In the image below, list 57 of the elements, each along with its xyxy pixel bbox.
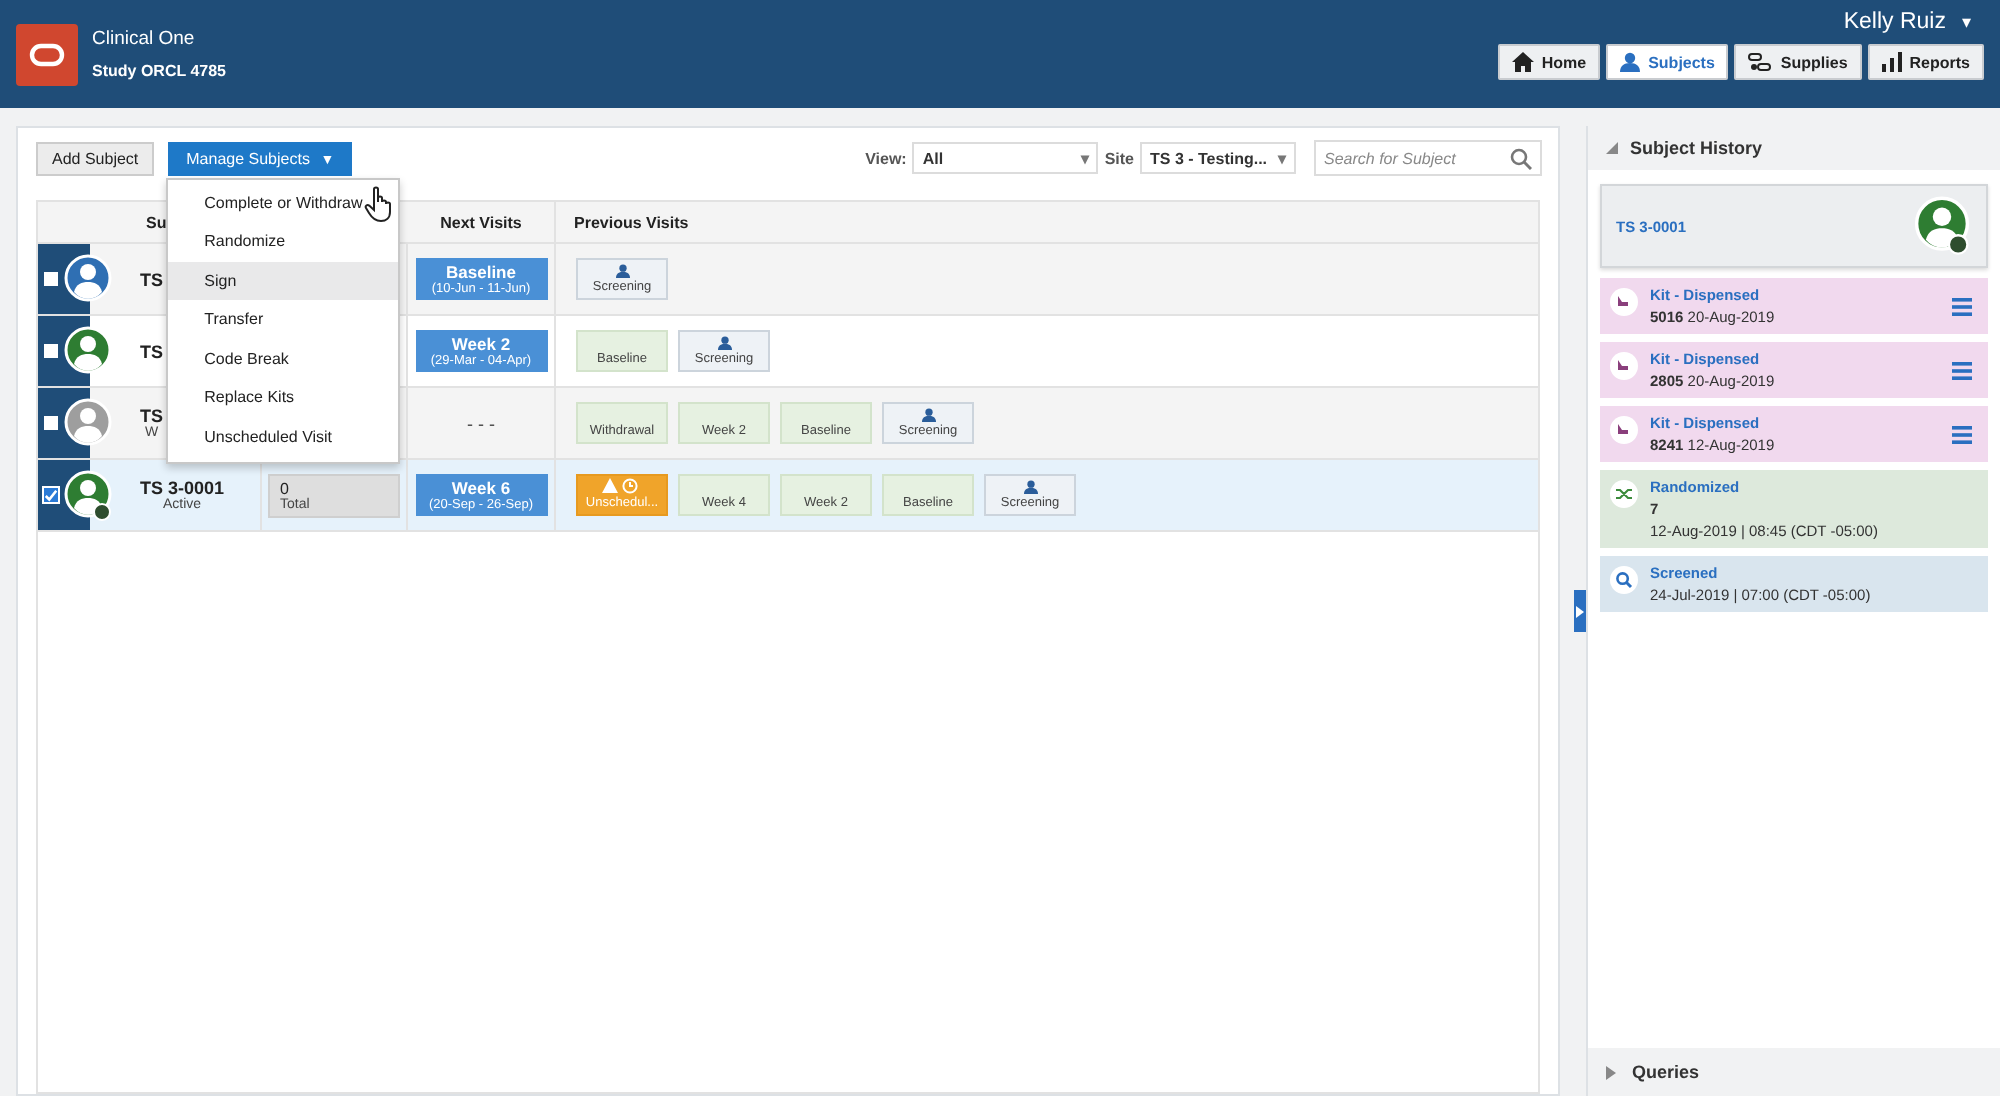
logo-icon	[16, 23, 78, 85]
menu-item[interactable]: Code Break	[168, 339, 399, 379]
shuffle-icon	[1610, 480, 1638, 508]
view-select[interactable]: All ▾	[912, 142, 1099, 174]
subject-id: TS	[140, 269, 164, 289]
no-next-visit: - - -	[467, 413, 495, 433]
app-name: Clinical One	[92, 28, 197, 50]
menu-item[interactable]: Randomize	[168, 222, 399, 262]
column-header: Previous Visits	[572, 211, 691, 235]
person-icon	[1023, 480, 1037, 494]
person-icon	[921, 408, 935, 422]
study-name: Study ORCL 4785	[92, 62, 226, 80]
user-menu[interactable]: Kelly Ruiz ▾	[1843, 10, 1972, 34]
menu-icon[interactable]	[1952, 425, 1972, 443]
menu-item[interactable]: Complete or Withdraw	[168, 183, 399, 223]
menu-item[interactable]: Unscheduled Visit	[168, 418, 399, 458]
nav-button[interactable]: Home	[1497, 44, 1601, 80]
subject-id: TS 3-0001	[140, 478, 225, 498]
dispense-icon	[1610, 288, 1638, 316]
collapse-triangle-icon	[1606, 142, 1618, 154]
menu-item[interactable]: Transfer	[168, 300, 399, 340]
row-checkbox[interactable]	[42, 486, 60, 504]
collapse-handle[interactable]	[1574, 590, 1586, 632]
search-icon	[1510, 148, 1532, 170]
person-icon	[717, 336, 731, 350]
site-select[interactable]: TS 3 - Testing... ▾	[1140, 142, 1296, 174]
menu-icon[interactable]	[1952, 361, 1972, 379]
dispense-icon	[1610, 416, 1638, 444]
queries-section[interactable]: Queries	[1588, 1048, 2000, 1096]
row-checkbox[interactable]	[44, 272, 58, 286]
person-icon	[1620, 52, 1641, 72]
home-icon	[1511, 52, 1534, 72]
subject-id: TS	[140, 341, 164, 361]
site-label: Site	[1104, 149, 1134, 167]
person-icon	[615, 264, 629, 278]
row-checkbox[interactable]	[44, 416, 58, 430]
nav-button[interactable]: Reports	[1867, 44, 1984, 80]
subject-id: TS	[140, 406, 164, 426]
search-field[interactable]: Search for Subject	[1314, 140, 1542, 176]
menu-item[interactable]: Sign	[168, 261, 399, 301]
magnifier-icon	[1610, 566, 1638, 594]
add-subject-button[interactable]: Add Subject	[36, 141, 155, 175]
view-label: View:	[865, 149, 907, 167]
avatar-icon	[1912, 196, 1972, 256]
bar-chart-icon	[1881, 52, 1902, 72]
column-header: Next Visits	[408, 202, 556, 242]
dispense-icon	[1610, 352, 1638, 380]
warning-clock-icon	[602, 478, 642, 494]
pills-icon	[1748, 52, 1773, 72]
menu-item[interactable]: Replace Kits	[168, 378, 399, 419]
count-value: 0	[280, 479, 289, 497]
nav-button[interactable]: Subjects	[1606, 44, 1729, 80]
menu-icon[interactable]	[1952, 297, 1972, 315]
row-checkbox[interactable]	[44, 344, 58, 358]
nav-button[interactable]: Supplies	[1734, 44, 1862, 80]
expand-triangle-icon	[1606, 1065, 1616, 1079]
panel-title: Subject History	[1630, 138, 1763, 158]
